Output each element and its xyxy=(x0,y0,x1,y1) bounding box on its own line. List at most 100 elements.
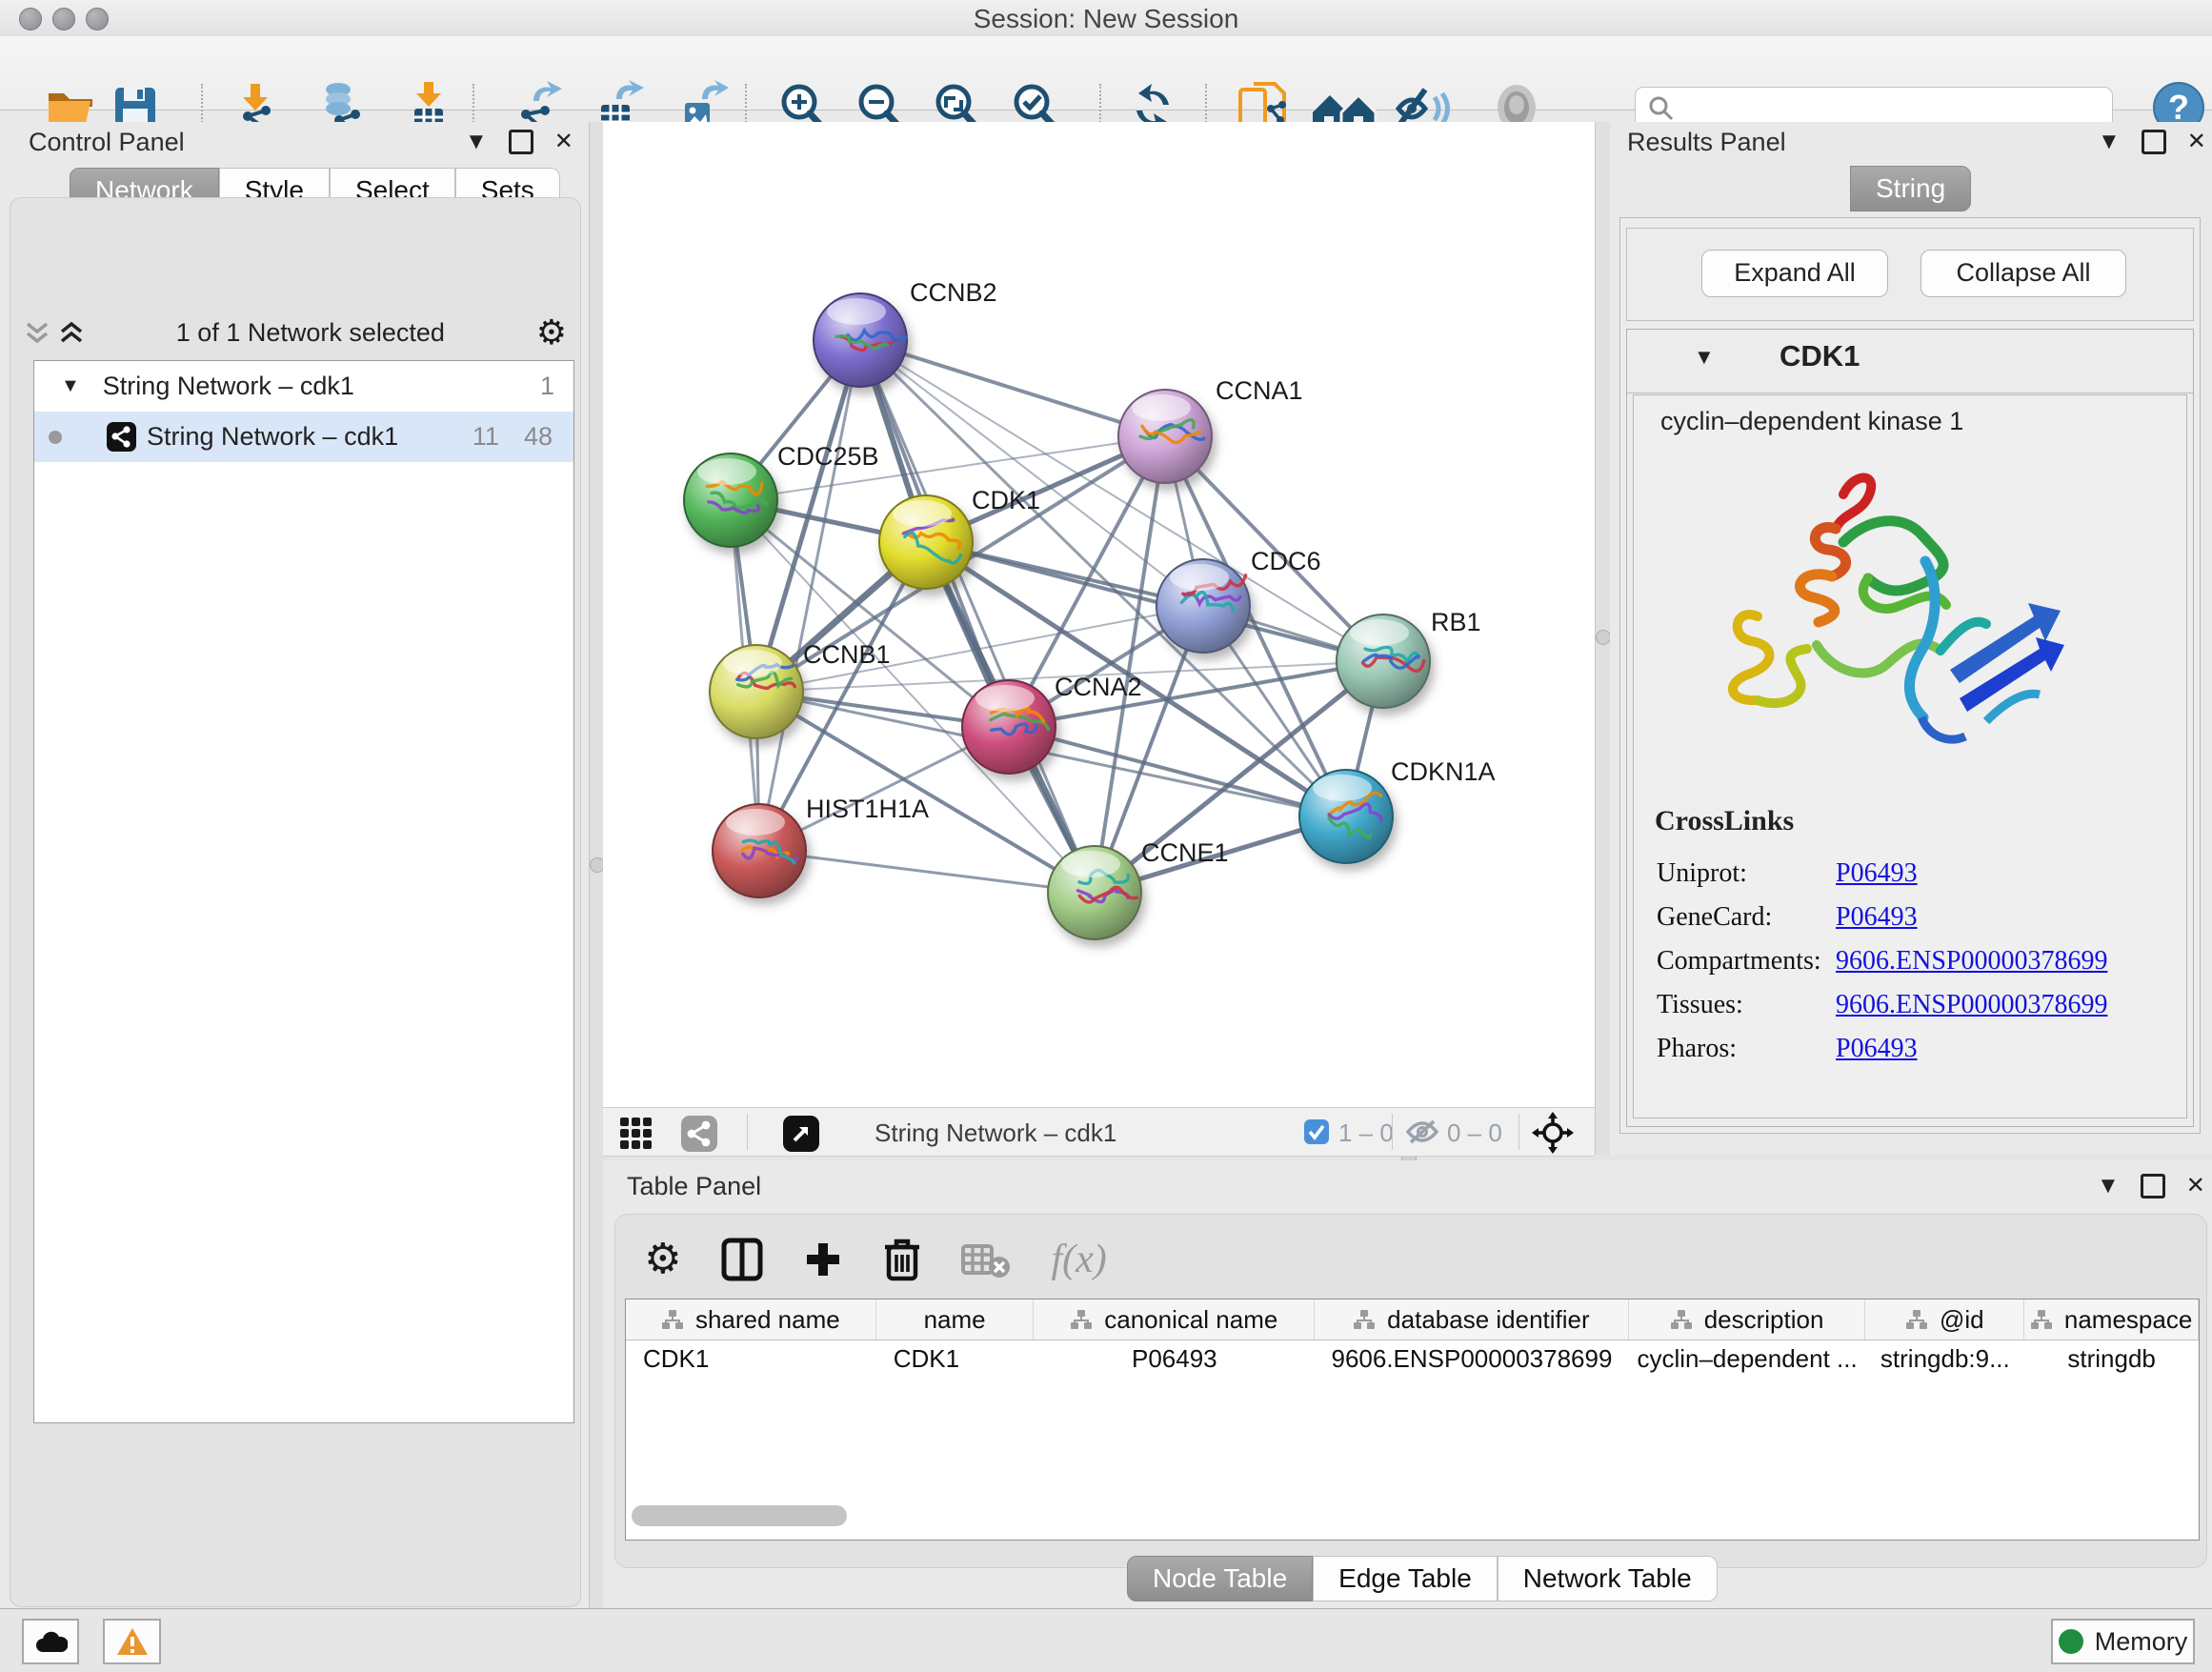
network-badge-icon[interactable] xyxy=(680,1115,718,1153)
horizontal-scrollbar-thumb[interactable] xyxy=(632,1505,847,1526)
network-view-canvas[interactable]: CCNB2CCNA1CDC25BCDK1CDC6RB1CCNB1CCNA2CDK… xyxy=(603,122,1595,1107)
crosslink-link[interactable]: P06493 xyxy=(1836,858,1918,889)
crosslink-link[interactable]: P06493 xyxy=(1836,902,1918,933)
protein-expander-icon[interactable]: ▼ xyxy=(1694,345,1715,370)
table-cell-name[interactable]: CDK1 xyxy=(876,1340,1035,1378)
column-header-label: namespace xyxy=(2064,1305,2192,1335)
node-label-CDK1: CDK1 xyxy=(972,486,1040,514)
table-panel-menu-icon[interactable]: ▼ xyxy=(2097,1175,2120,1198)
network-selection-status: 1 of 1 Network selected xyxy=(85,318,536,348)
table-cell-@id[interactable]: stringdb:9... xyxy=(1865,1340,2024,1378)
add-column-icon[interactable] xyxy=(803,1239,843,1279)
network-node-CCNA2[interactable] xyxy=(962,680,1056,774)
selected-checkbox-icon[interactable] xyxy=(1303,1118,1330,1145)
table-panel-float-icon[interactable] xyxy=(2141,1174,2165,1199)
column-header-name[interactable]: name xyxy=(876,1299,1035,1340)
column-header-namespace[interactable]: namespace xyxy=(2024,1299,2199,1340)
tab-node-table[interactable]: Node Table xyxy=(1127,1556,1313,1601)
collapse-all-icon[interactable] xyxy=(24,318,50,347)
delete-column-icon[interactable] xyxy=(883,1238,921,1281)
column-header-label: database identifier xyxy=(1387,1305,1589,1335)
tab-edge-table[interactable]: Edge Table xyxy=(1313,1556,1498,1601)
results-panel-close-icon[interactable]: ✕ xyxy=(2187,131,2206,153)
control-panel-close-icon[interactable]: ✕ xyxy=(554,131,573,153)
crosslink-label: Uniprot: xyxy=(1657,858,1836,889)
crosslink-link[interactable]: 9606.ENSP00000378699 xyxy=(1836,946,2107,977)
table-options-gear-icon[interactable]: ⚙ xyxy=(644,1239,681,1280)
crosslink-row: GeneCard:P06493 xyxy=(1657,902,2186,933)
memory-button[interactable]: Memory xyxy=(2051,1619,2195,1664)
column-header-description[interactable]: description xyxy=(1629,1299,1866,1340)
network-node-CCNA1[interactable] xyxy=(1118,390,1212,483)
hidden-count: 0 – 0 xyxy=(1447,1118,1502,1148)
control-panel-float-icon[interactable] xyxy=(509,130,533,154)
tab-string[interactable]: String xyxy=(1850,166,1971,212)
collection-expander-icon[interactable]: ▼ xyxy=(61,375,80,397)
crosslink-link[interactable]: 9606.ENSP00000378699 xyxy=(1836,990,2107,1020)
network-edge[interactable] xyxy=(759,340,860,851)
network-node-CDC25B[interactable] xyxy=(684,453,777,547)
column-header-canonical-name[interactable]: canonical name xyxy=(1034,1299,1315,1340)
network-options-gear-icon[interactable]: ⚙ xyxy=(536,315,567,350)
network-node-CCNE1[interactable] xyxy=(1048,846,1141,939)
expand-all-button[interactable]: Expand All xyxy=(1701,250,1888,297)
table-cell-canonical-name[interactable]: P06493 xyxy=(1035,1340,1316,1378)
network-node-CCNB1[interactable] xyxy=(710,645,803,738)
collection-count: 1 xyxy=(540,372,554,401)
right-splitter[interactable] xyxy=(1595,122,1611,1155)
network-tab-content: 1 of 1 Network selected ⚙ ▼ String Netwo… xyxy=(10,197,581,1607)
column-header-database-identifier[interactable]: database identifier xyxy=(1315,1299,1629,1340)
tab-network-table[interactable]: Network Table xyxy=(1498,1556,1718,1601)
network-view-toolbar: String Network – cdk1 1 – 0 0 – 0 xyxy=(603,1107,1595,1157)
crosslinks-heading: CrossLinks xyxy=(1655,805,1794,837)
network-node-CDC6[interactable] xyxy=(1156,559,1250,653)
column-type-icon xyxy=(661,1309,684,1330)
open-in-window-icon[interactable] xyxy=(782,1115,820,1153)
network-node-RB1[interactable] xyxy=(1337,614,1430,708)
table-panel-close-icon[interactable]: ✕ xyxy=(2186,1175,2205,1198)
birds-eye-icon[interactable] xyxy=(1532,1112,1574,1154)
network-edge[interactable] xyxy=(759,851,1095,893)
warnings-button[interactable] xyxy=(103,1619,161,1664)
network-node-CDK1[interactable] xyxy=(879,495,973,589)
results-panel: Results Panel ▼ ✕ String Expand All Coll… xyxy=(1610,122,2212,1155)
network-node-CDKN1A[interactable] xyxy=(1299,770,1393,863)
column-header-label: description xyxy=(1704,1305,1824,1335)
crosslink-link[interactable]: P06493 xyxy=(1836,1034,1918,1064)
hidden-eye-icon[interactable] xyxy=(1405,1118,1439,1145)
network-row[interactable]: String Network – cdk1 11 48 xyxy=(34,412,573,462)
control-panel-menu-icon[interactable]: ▼ xyxy=(465,131,488,153)
collapse-all-button[interactable]: Collapse All xyxy=(1920,250,2126,297)
column-header-shared-name[interactable]: shared name xyxy=(626,1299,876,1340)
table-cell-namespace[interactable]: stringdb xyxy=(2024,1340,2199,1378)
table-cell-description[interactable]: cyclin–dependent ... xyxy=(1629,1340,1866,1378)
table-tabs: Node TableEdge TableNetwork Table xyxy=(1127,1556,1718,1601)
network-collection-row[interactable]: ▼ String Network – cdk1 1 xyxy=(34,361,573,412)
cloud-button[interactable] xyxy=(22,1619,79,1664)
delete-table-icon[interactable] xyxy=(961,1240,1011,1279)
table-cell-database-identifier[interactable]: 9606.ENSP00000378699 xyxy=(1315,1340,1629,1378)
protein-section: ▼ CDK1 cyclin–dependent kinase 1 xyxy=(1626,329,2194,1127)
function-builder-icon[interactable]: f(x) xyxy=(1051,1237,1106,1282)
status-bar: Memory xyxy=(0,1608,2212,1672)
column-header-@id[interactable]: @id xyxy=(1865,1299,2024,1340)
grid-view-icon[interactable] xyxy=(619,1117,654,1149)
expand-all-icon[interactable] xyxy=(58,318,85,347)
crosslink-label: GeneCard: xyxy=(1657,902,1836,933)
node-label-CCNA1: CCNA1 xyxy=(1216,376,1303,405)
search-input[interactable] xyxy=(1685,91,2099,125)
column-type-icon xyxy=(2030,1309,2053,1330)
results-panel-menu-icon[interactable]: ▼ xyxy=(2098,131,2121,153)
network-view-title: String Network – cdk1 xyxy=(875,1118,1116,1148)
network-node-CCNB2[interactable] xyxy=(814,293,907,387)
table-cell-shared-name[interactable]: CDK1 xyxy=(626,1340,876,1378)
results-panel-float-icon[interactable] xyxy=(2142,130,2166,154)
network-node-HIST1H1A[interactable] xyxy=(713,804,806,897)
show-columns-icon[interactable] xyxy=(721,1238,763,1281)
network-edge[interactable] xyxy=(860,340,1165,436)
crosslink-label: Tissues: xyxy=(1657,990,1836,1020)
protein-section-header[interactable]: ▼ CDK1 xyxy=(1627,330,2193,393)
column-header-label: shared name xyxy=(695,1305,840,1335)
table-panel: Table Panel ▼ ✕ ⚙ f(x) shared namenameca… xyxy=(603,1160,2212,1608)
table-row[interactable]: CDK1CDK1P064939606.ENSP00000378699cyclin… xyxy=(626,1340,2199,1378)
